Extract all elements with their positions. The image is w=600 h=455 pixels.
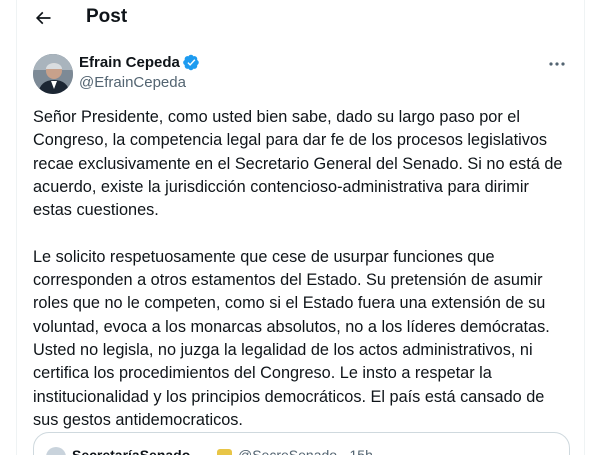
author-avatar[interactable] xyxy=(33,54,73,94)
verified-badge-icon xyxy=(183,54,200,71)
quoted-author-avatar xyxy=(46,447,66,455)
quoted-author-name: SecretaríaSenado xyxy=(72,447,191,455)
post-detail-panel: Post Efrain Cepeda @EfrainCepeda Señor P… xyxy=(16,0,585,455)
avatar-image xyxy=(33,54,73,94)
ellipsis-icon xyxy=(549,62,565,66)
author-name-row: Efrain Cepeda xyxy=(79,54,200,71)
tweet-text: Señor Presidente, como usted bien sabe, … xyxy=(33,108,563,429)
arrow-left-icon xyxy=(35,11,51,25)
post-header: Post xyxy=(17,0,584,36)
author-handle[interactable]: @EfrainCepeda xyxy=(79,74,186,91)
quoted-author-handle: @SecreSenado · 15h xyxy=(238,447,373,455)
government-badge-icon xyxy=(217,449,232,455)
page-title: Post xyxy=(86,6,128,27)
back-button[interactable] xyxy=(27,2,59,34)
quoted-post-card[interactable]: SecretaríaSenado @SecreSenado · 15h xyxy=(33,432,570,455)
more-options-button[interactable] xyxy=(542,52,572,76)
author-name[interactable]: Efrain Cepeda xyxy=(79,54,180,71)
